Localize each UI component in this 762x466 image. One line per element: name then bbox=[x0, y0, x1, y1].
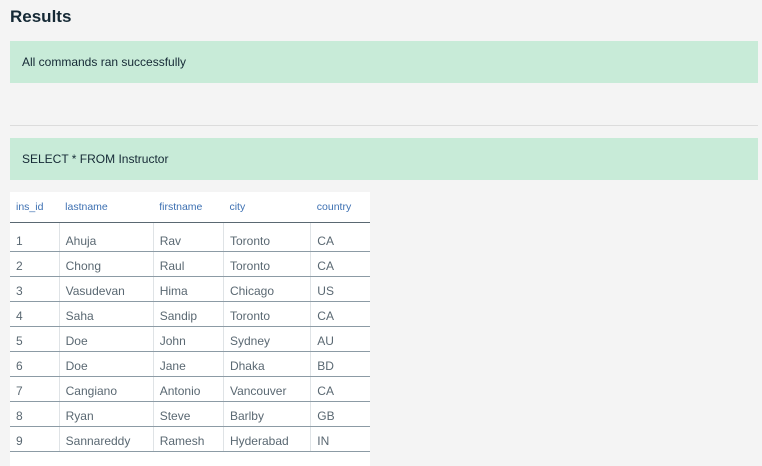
cell-country: US bbox=[310, 276, 370, 302]
cell-ins-id: 7 bbox=[10, 376, 60, 402]
column-header-lastname: lastname bbox=[59, 192, 154, 223]
success-message: All commands ran successfully bbox=[22, 55, 187, 69]
cell-lastname: Chong bbox=[59, 251, 154, 277]
cell-lastname: Doe bbox=[59, 326, 154, 352]
cell-city: Hyderabad bbox=[223, 426, 312, 452]
results-page: Results All commands ran successfully SE… bbox=[0, 0, 762, 466]
column-header-firstname: firstname bbox=[153, 192, 224, 223]
cell-country: BD bbox=[310, 351, 370, 377]
results-table: ins_id lastname firstname city country 1… bbox=[10, 192, 370, 452]
cell-firstname: Ramesh bbox=[153, 426, 224, 452]
cell-firstname: John bbox=[153, 326, 224, 352]
table-row: 6 Doe Jane Dhaka BD bbox=[10, 351, 370, 377]
cell-firstname: Rav bbox=[153, 222, 224, 252]
cell-ins-id: 4 bbox=[10, 301, 60, 327]
cell-city: Barlby bbox=[223, 401, 312, 427]
cell-city: Sydney bbox=[223, 326, 312, 352]
cell-firstname: Hima bbox=[153, 276, 224, 302]
cell-city: Toronto bbox=[223, 251, 312, 277]
table-row: 7 Cangiano Antonio Vancouver CA bbox=[10, 376, 370, 402]
table-row: 8 Ryan Steve Barlby GB bbox=[10, 401, 370, 427]
section-divider bbox=[10, 125, 758, 126]
cell-ins-id: 3 bbox=[10, 276, 60, 302]
query-text: SELECT * FROM Instructor bbox=[22, 152, 169, 166]
query-banner: SELECT * FROM Instructor bbox=[10, 138, 758, 180]
cell-firstname: Jane bbox=[153, 351, 224, 377]
cell-ins-id: 8 bbox=[10, 401, 60, 427]
cell-lastname: Doe bbox=[59, 351, 154, 377]
cell-country: AU bbox=[310, 326, 370, 352]
cell-firstname: Sandip bbox=[153, 301, 224, 327]
cell-ins-id: 2 bbox=[10, 251, 60, 277]
cell-lastname: Saha bbox=[59, 301, 154, 327]
cell-city: Toronto bbox=[223, 222, 312, 252]
column-header-ins-id: ins_id bbox=[10, 192, 60, 223]
table-row: 5 Doe John Sydney AU bbox=[10, 326, 370, 352]
cell-country: CA bbox=[310, 376, 370, 402]
cell-country: CA bbox=[310, 251, 370, 277]
cell-city: Dhaka bbox=[223, 351, 312, 377]
column-header-country: country bbox=[310, 192, 370, 223]
table-row: 9 Sannareddy Ramesh Hyderabad IN bbox=[10, 426, 370, 452]
table-header-row: ins_id lastname firstname city country bbox=[10, 192, 370, 223]
cell-lastname: Ryan bbox=[59, 401, 154, 427]
table-row: 3 Vasudevan Hima Chicago US bbox=[10, 276, 370, 302]
cell-ins-id: 1 bbox=[10, 222, 60, 252]
cell-country: CA bbox=[310, 301, 370, 327]
column-header-city: city bbox=[223, 192, 311, 223]
cell-lastname: Sannareddy bbox=[59, 426, 154, 452]
cell-firstname: Steve bbox=[153, 401, 224, 427]
cell-city: Vancouver bbox=[223, 376, 312, 402]
cell-ins-id: 5 bbox=[10, 326, 60, 352]
cell-lastname: Cangiano bbox=[59, 376, 154, 402]
table-row: 1 Ahuja Rav Toronto CA bbox=[10, 222, 370, 252]
cell-country: IN bbox=[310, 426, 370, 452]
cell-ins-id: 9 bbox=[10, 426, 60, 452]
table-row: 4 Saha Sandip Toronto CA bbox=[10, 301, 370, 327]
cell-country: GB bbox=[310, 401, 370, 427]
cell-country: CA bbox=[310, 222, 370, 252]
cell-firstname: Raul bbox=[153, 251, 224, 277]
cell-lastname: Vasudevan bbox=[59, 276, 154, 302]
results-table-container[interactable]: ins_id lastname firstname city country 1… bbox=[10, 192, 370, 466]
cell-lastname: Ahuja bbox=[59, 222, 154, 252]
page-title: Results bbox=[10, 7, 72, 26]
cell-city: Chicago bbox=[223, 276, 312, 302]
cell-firstname: Antonio bbox=[153, 376, 224, 402]
success-banner: All commands ran successfully bbox=[10, 41, 758, 83]
table-row: 2 Chong Raul Toronto CA bbox=[10, 251, 370, 277]
cell-ins-id: 6 bbox=[10, 351, 60, 377]
cell-city: Toronto bbox=[223, 301, 312, 327]
